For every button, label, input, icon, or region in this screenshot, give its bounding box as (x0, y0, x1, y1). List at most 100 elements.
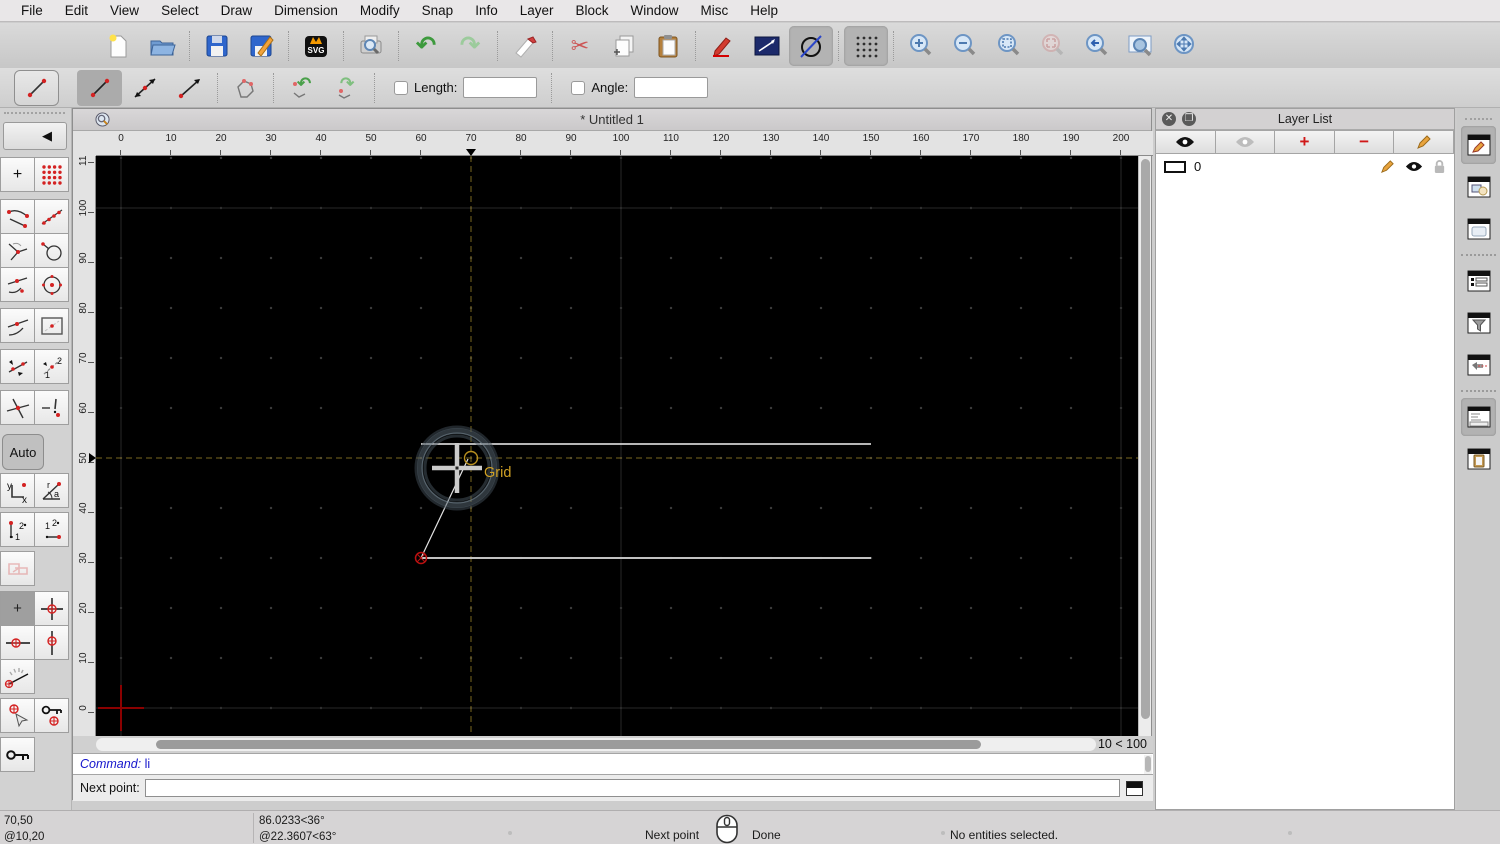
layer-color-swatch[interactable] (1164, 160, 1186, 173)
snap-nearest-circle-button[interactable] (34, 233, 69, 268)
layer-edit-pencil-icon[interactable] (1380, 159, 1395, 174)
zoom-in-button[interactable] (899, 26, 943, 66)
snap-grid-button[interactable] (34, 157, 69, 192)
delete-button[interactable] (503, 26, 547, 66)
vertical-scrollbar[interactable] (1138, 156, 1151, 736)
horizontal-scrollbar[interactable] (96, 738, 1096, 751)
relative-corner-2-button[interactable]: 12 (34, 512, 69, 547)
relative-corner-1-button[interactable]: 12 (0, 512, 35, 547)
new-document-button[interactable] (96, 26, 140, 66)
restrict-nothing-button[interactable]: + (0, 591, 35, 626)
drawing-canvas[interactable]: Grid (96, 156, 1140, 736)
horizontal-scrollbar-thumb[interactable] (156, 740, 981, 749)
length-input[interactable] (463, 77, 538, 98)
add-layer-button[interactable]: + (1274, 130, 1335, 154)
copy-button[interactable] (602, 26, 646, 66)
snap-distance-manual-button[interactable]: 12 (34, 349, 69, 384)
pen-edit-button[interactable] (701, 26, 745, 66)
command-input[interactable] (144, 779, 1120, 797)
float-dock-button[interactable]: ❐ (1182, 112, 1196, 126)
hide-all-layers-button[interactable] (1214, 130, 1276, 154)
menu-item[interactable]: Window (620, 3, 690, 18)
command-history-scrollbar[interactable] (1144, 755, 1152, 774)
back-button[interactable]: ◀ (3, 122, 67, 150)
menu-item[interactable]: Block (565, 3, 620, 18)
command-history-scrollbar-thumb[interactable] (1145, 756, 1151, 772)
layer-visibility-eye-icon[interactable] (1405, 161, 1423, 172)
snap-intersection-button[interactable] (0, 390, 35, 425)
toggle-layer-list-button[interactable] (1461, 126, 1496, 164)
snap-middle-button[interactable] (0, 267, 35, 302)
menu-item[interactable]: Modify (349, 3, 411, 18)
toggle-clipboard-widget-button[interactable] (1461, 440, 1496, 478)
zoom-back-button[interactable] (1075, 26, 1119, 66)
restrict-vertical-button[interactable] (34, 625, 69, 660)
undo-segment-button[interactable]: ↶ (279, 70, 324, 106)
layer-row[interactable]: 0 (1156, 156, 1454, 177)
save-button[interactable] (195, 26, 239, 66)
zoom-previous-button[interactable] (1031, 26, 1075, 66)
command-focus-toggle-button[interactable] (1125, 780, 1143, 796)
redo-segment-button[interactable]: ↷ (324, 70, 369, 106)
snap-distance-button[interactable] (0, 349, 35, 384)
restrict-nothing-off-button[interactable] (0, 551, 35, 586)
zoom-out-button[interactable] (943, 26, 987, 66)
grid-toggle-button[interactable] (844, 25, 888, 66)
menu-item[interactable]: Edit (54, 3, 99, 18)
length-checkbox[interactable] (394, 80, 408, 95)
restrict-horizontal-button[interactable] (0, 625, 35, 660)
toolbar-drag-handle[interactable] (1465, 118, 1492, 120)
menu-item[interactable]: View (99, 3, 150, 18)
lock-tool-button[interactable] (0, 737, 35, 772)
zoom-pan-button[interactable] (1163, 26, 1207, 66)
coordinate-cartesian-button[interactable]: yx (0, 473, 35, 508)
remove-layer-button[interactable]: − (1333, 130, 1395, 154)
menu-item[interactable]: Layer (509, 3, 565, 18)
save-as-button[interactable] (239, 26, 283, 66)
menu-item[interactable]: Dimension (263, 3, 349, 18)
coordinate-polar-button[interactable]: ra (34, 473, 69, 508)
current-tool-line-button[interactable] (14, 69, 59, 106)
snap-intersection-auto-button[interactable] (0, 233, 35, 268)
menu-item[interactable]: Snap (411, 3, 465, 18)
cut-button[interactable]: ✂ (558, 26, 602, 66)
line-ray-button[interactable] (167, 70, 212, 106)
undo-button[interactable]: ↶ (404, 26, 448, 66)
close-dock-button[interactable]: ✕ (1162, 112, 1176, 126)
snap-center-button[interactable] (34, 267, 69, 302)
toggle-library-browser-button[interactable] (1461, 210, 1496, 248)
print-preview-button[interactable] (349, 26, 393, 66)
line-angle-button[interactable] (122, 70, 167, 106)
toggle-command-widget-button[interactable] (1461, 398, 1496, 436)
snap-tangent-button[interactable] (0, 308, 35, 343)
snap-intersection-manual-button[interactable] (34, 390, 69, 425)
toggle-block-list-button[interactable] (1461, 168, 1496, 206)
angle-input[interactable] (634, 77, 709, 98)
draw-circle-line-button[interactable] (789, 25, 833, 66)
polyline-button[interactable] (223, 70, 268, 106)
angle-checkbox[interactable] (571, 80, 586, 95)
toggle-selection-filter-button[interactable] (1461, 304, 1496, 342)
vertical-scrollbar-thumb[interactable] (1141, 159, 1150, 719)
redo-button[interactable]: ↷ (448, 26, 492, 66)
menu-item[interactable]: Help (739, 3, 789, 18)
open-file-button[interactable] (140, 26, 184, 66)
restrict-ortho-button[interactable] (34, 308, 69, 343)
menu-item[interactable]: File (10, 3, 54, 18)
snap-endpoints-button[interactable] (0, 199, 35, 234)
lock-relative-zero-button[interactable] (34, 698, 69, 733)
layer-lock-icon[interactable] (1433, 159, 1446, 174)
paste-button[interactable] (646, 26, 690, 66)
zoom-window-button[interactable] (1119, 26, 1163, 66)
document-title-bar[interactable]: * Untitled 1 (73, 109, 1151, 131)
snap-on-entity-button[interactable] (34, 199, 69, 234)
line-two-points-button[interactable] (77, 69, 122, 106)
zoom-auto-button[interactable] (987, 26, 1031, 66)
show-all-layers-button[interactable] (1155, 130, 1216, 154)
toggle-pen-palette-button[interactable] (1461, 346, 1496, 384)
restrict-orthogonal-button[interactable] (34, 591, 69, 626)
line-properties-button[interactable] (745, 26, 789, 66)
menu-item[interactable]: Misc (690, 3, 740, 18)
toolbar-drag-handle[interactable] (4, 112, 65, 118)
set-relative-zero-button[interactable] (0, 698, 35, 733)
